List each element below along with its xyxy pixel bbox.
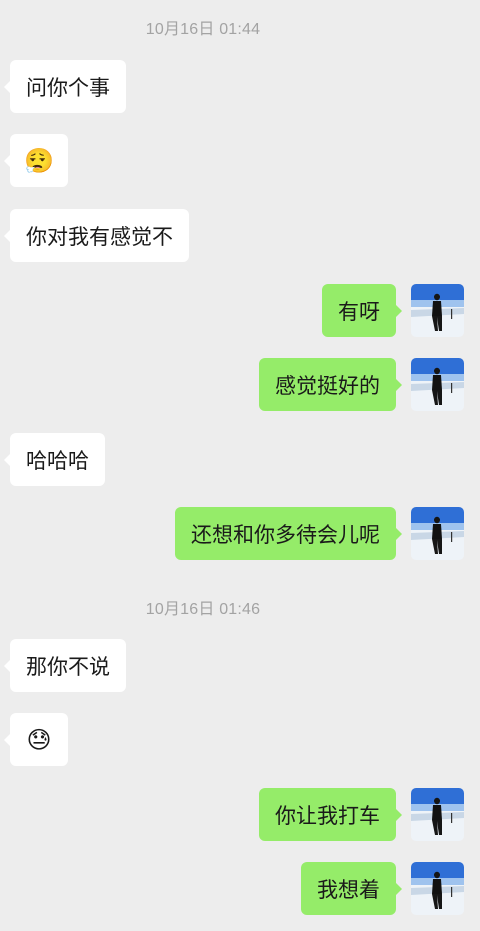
incoming-emoji-message[interactable]: 😮‍💨 bbox=[4, 134, 68, 187]
message-text: 还想和你多待会儿呢 bbox=[191, 522, 380, 547]
message-text: 那你不说 bbox=[26, 654, 110, 679]
timestamp: 10月16日 01:44 bbox=[145, 21, 261, 38]
incoming-message[interactable]: 那你不说 bbox=[4, 639, 126, 692]
outgoing-message[interactable]: 还想和你多待会儿呢 bbox=[175, 507, 402, 560]
snow-landscape-avatar-icon bbox=[411, 358, 464, 411]
self-avatar[interactable] bbox=[411, 507, 464, 560]
timestamp: 10月16日 01:46 bbox=[145, 601, 261, 618]
outgoing-message[interactable]: 我想着 bbox=[301, 862, 402, 915]
outgoing-message[interactable]: 有呀 bbox=[322, 284, 402, 337]
snow-landscape-avatar-icon bbox=[411, 507, 464, 560]
message-text: 有呀 bbox=[338, 299, 380, 324]
message-text: 感觉挺好的 bbox=[275, 373, 380, 398]
message-text: 你对我有感觉不 bbox=[26, 224, 173, 249]
self-avatar[interactable] bbox=[411, 862, 464, 915]
snow-landscape-avatar-icon bbox=[411, 284, 464, 337]
self-avatar[interactable] bbox=[411, 788, 464, 841]
message-text: 你让我打车 bbox=[275, 803, 380, 828]
incoming-message[interactable]: 问你个事 bbox=[4, 60, 126, 113]
sweat-face-emoji-icon: 😓 bbox=[26, 725, 52, 754]
snow-landscape-avatar-icon bbox=[411, 788, 464, 841]
self-avatar[interactable] bbox=[411, 358, 464, 411]
message-text: 问你个事 bbox=[26, 75, 110, 100]
incoming-message[interactable]: 哈哈哈 bbox=[4, 433, 105, 486]
message-text: 哈哈哈 bbox=[26, 448, 89, 473]
incoming-message[interactable]: 你对我有感觉不 bbox=[4, 209, 189, 262]
snow-landscape-avatar-icon bbox=[411, 862, 464, 915]
message-text: 我想着 bbox=[317, 877, 380, 902]
incoming-emoji-message[interactable]: 😓 bbox=[4, 713, 68, 766]
self-avatar[interactable] bbox=[411, 284, 464, 337]
outgoing-message[interactable]: 感觉挺好的 bbox=[259, 358, 402, 411]
exhale-face-emoji-icon: 😮‍💨 bbox=[24, 146, 54, 175]
outgoing-message[interactable]: 你让我打车 bbox=[259, 788, 402, 841]
